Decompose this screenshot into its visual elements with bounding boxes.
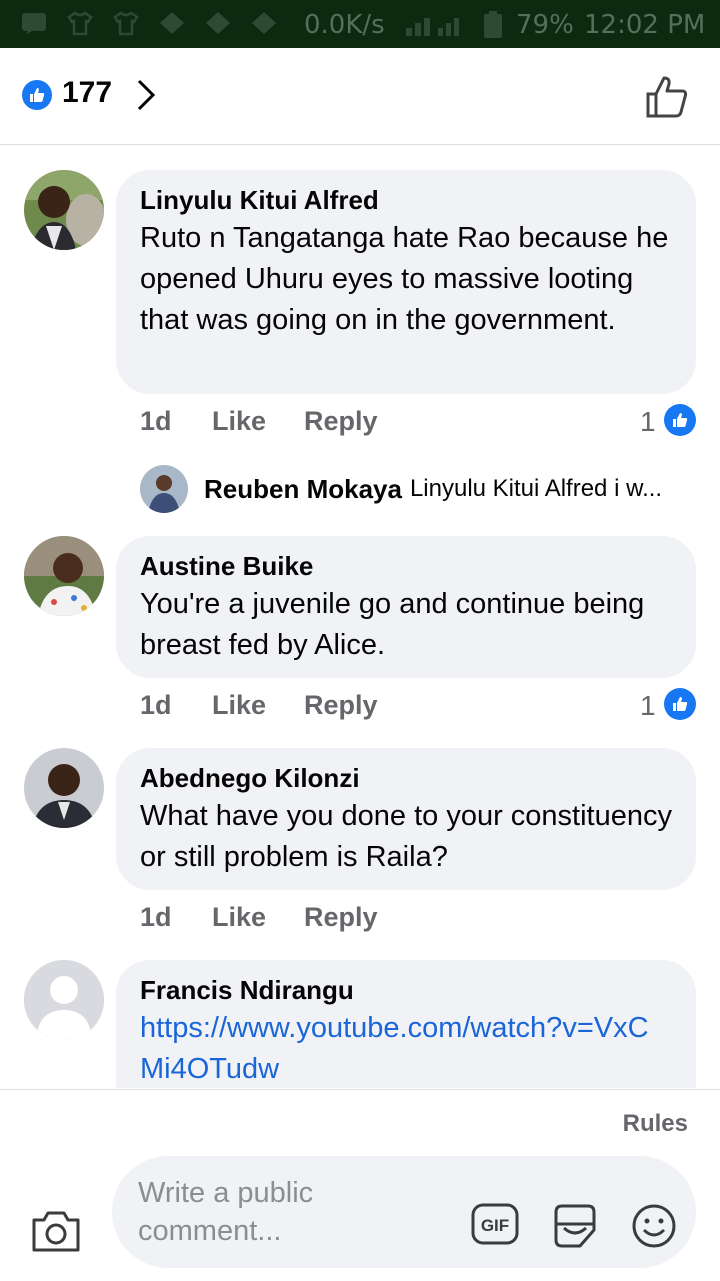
message-icon	[22, 13, 46, 35]
like-button-icon[interactable]	[644, 74, 690, 120]
comment-time: 1d	[140, 406, 172, 436]
diamond-icon	[206, 12, 230, 34]
like-reaction-icon	[664, 688, 696, 720]
shirt-icon	[113, 11, 139, 36]
comment-reaction-count[interactable]: 1	[640, 406, 656, 438]
comment-input-placeholder: Write a public comment...	[138, 1177, 314, 1247]
shirt-icon	[67, 11, 93, 36]
like-link[interactable]: Like	[212, 406, 304, 437]
like-reaction-icon	[22, 80, 52, 110]
comment-author[interactable]: Austine Buike	[140, 550, 672, 582]
network-speed: 0.0K/s	[304, 10, 385, 40]
gif-icon[interactable]: GIF	[470, 1202, 520, 1246]
emoji-icon[interactable]	[630, 1202, 678, 1250]
reply-link[interactable]: Reply	[304, 406, 378, 437]
status-bar: 0.0K/s 79% 12:02 PM	[0, 0, 720, 48]
battery-percent: 79%	[516, 10, 574, 40]
comment-time: 1d	[140, 902, 172, 932]
comment-bubble[interactable]: Abednego Kilonzi What have you done to y…	[116, 748, 696, 890]
svg-text:GIF: GIF	[481, 1216, 509, 1235]
diamond-icon	[160, 12, 184, 34]
reactions-header: 177	[0, 48, 720, 145]
reply-author[interactable]: Reuben Mokaya	[204, 474, 402, 505]
rules-link[interactable]: Rules	[623, 1110, 688, 1138]
comment-input[interactable]: Write a public comment... GIF	[112, 1156, 696, 1268]
comment-text: Ruto n Tangatanga hate Rao because he op…	[140, 222, 669, 336]
avatar[interactable]	[24, 170, 104, 250]
comment-reaction-count[interactable]: 1	[640, 690, 656, 722]
comment-author[interactable]: Linyulu Kitui Alfred	[140, 184, 672, 216]
comment-actions: 1d Like Reply	[140, 406, 378, 437]
reply-preview-text: Linyulu Kitui Alfred i w...	[409, 475, 663, 502]
comment-bubble[interactable]: Linyulu Kitui Alfred Ruto n Tangatanga h…	[116, 170, 696, 394]
avatar[interactable]	[24, 536, 104, 616]
reply-link[interactable]: Reply	[304, 902, 378, 933]
like-link[interactable]: Like	[212, 902, 304, 933]
battery-icon	[484, 11, 502, 38]
chevron-right-icon[interactable]	[134, 78, 158, 112]
comment-time: 1d	[140, 690, 172, 720]
diamond-icon	[252, 12, 276, 34]
comment-author[interactable]: Abednego Kilonzi	[140, 762, 672, 794]
sticker-icon[interactable]	[550, 1202, 600, 1250]
comment-link[interactable]: https://www.youtube.com/watch?v=VxCMi4OT…	[140, 1008, 672, 1088]
comments-sheet: 177 Linyulu Kitui Alfred Ruto n Tangatan…	[0, 48, 720, 1281]
reply-link[interactable]: Reply	[304, 690, 378, 721]
comment-author[interactable]: Francis Ndirangu	[140, 974, 672, 1006]
avatar[interactable]	[24, 748, 104, 828]
notification-icons	[20, 10, 278, 36]
signal-icon	[406, 18, 459, 36]
comment-bubble[interactable]: Austine Buike You're a juvenile go and c…	[116, 536, 696, 678]
comment-bubble[interactable]: Francis Ndirangu https://www.youtube.com…	[116, 960, 696, 1088]
comment-composer: Rules Write a public comment... GIF	[0, 1089, 720, 1281]
reaction-count[interactable]: 177	[62, 76, 112, 110]
comment-actions: 1d Like Reply	[140, 902, 378, 933]
default-avatar-icon[interactable]	[24, 960, 104, 1040]
reply-preview-row[interactable]: Reuben Mokaya Linyulu Kitui Alfred i w..…	[140, 464, 662, 514]
clock: 12:02 PM	[584, 10, 706, 40]
comment-text: What have you done to your constituency …	[140, 800, 672, 873]
avatar	[140, 465, 188, 513]
comment-actions: 1d Like Reply	[140, 690, 378, 721]
like-link[interactable]: Like	[212, 690, 304, 721]
like-reaction-icon	[664, 404, 696, 436]
camera-icon[interactable]	[30, 1208, 82, 1254]
comment-text: You're a juvenile go and continue being …	[140, 588, 645, 661]
